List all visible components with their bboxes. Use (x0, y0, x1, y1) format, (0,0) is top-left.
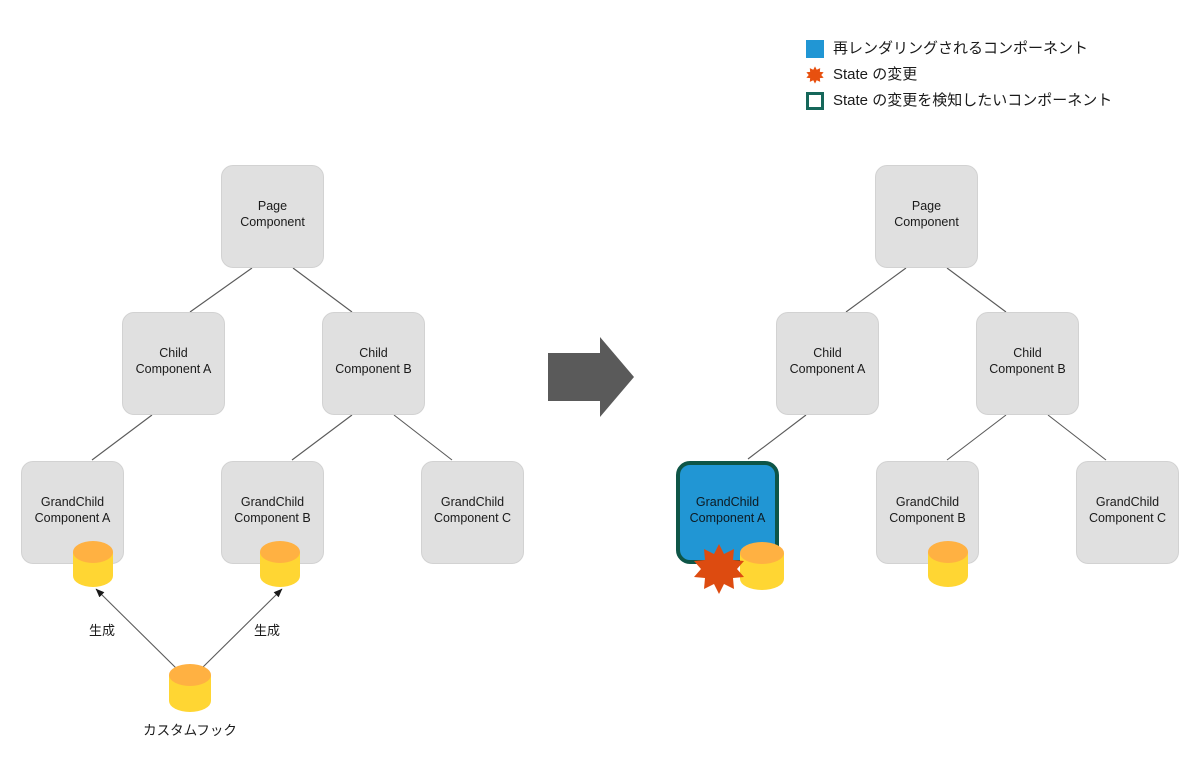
node-label: Child Component A (135, 346, 212, 376)
legend-item-rerender: 再レンダリングされるコンポーネント (806, 36, 1196, 62)
after-node-page[interactable]: Page Component (875, 165, 978, 268)
custom-hook-cylinder (166, 664, 214, 712)
node-label: Page Component (240, 199, 305, 229)
before-hook-instance-cylinder-b (257, 541, 303, 587)
after-node-child-b[interactable]: Child Component B (976, 312, 1079, 415)
outlined-square-icon (806, 92, 824, 110)
node-label: GrandChild Component A (689, 495, 766, 525)
node-label: Child Component A (789, 346, 866, 376)
node-label: GrandChild Component B (234, 495, 311, 525)
node-label: Child Component B (335, 346, 412, 376)
node-label: GrandChild Component A (34, 495, 111, 525)
after-node-grandchild-c[interactable]: GrandChild Component C (1076, 461, 1179, 564)
custom-hook-label: カスタムフック (143, 723, 237, 738)
legend-label-state-change: State の変更 (833, 66, 918, 83)
right-arrow-icon (548, 337, 634, 417)
after-node-child-a[interactable]: Child Component A (776, 312, 879, 415)
node-label: GrandChild Component C (1088, 495, 1167, 525)
node-label: GrandChild Component B (889, 495, 966, 525)
legend-item-detect-change: State の変更を検知したいコンポーネント (806, 88, 1196, 114)
legend-label-detect-change: State の変更を検知したいコンポーネント (833, 92, 1113, 109)
before-node-page[interactable]: Page Component (221, 165, 324, 268)
legend-label-rerender: 再レンダリングされるコンポーネント (833, 40, 1089, 57)
filled-square-icon (806, 40, 824, 58)
state-change-burst-icon (693, 543, 745, 595)
before-hook-instance-cylinder-a (70, 541, 116, 587)
before-node-grandchild-c[interactable]: GrandChild Component C (421, 461, 524, 564)
after-hook-instance-cylinder-b (925, 541, 971, 587)
before-node-child-a[interactable]: Child Component A (122, 312, 225, 415)
legend: 再レンダリングされるコンポーネント State の変更 State の変更を検知… (806, 36, 1196, 114)
before-edge-label-generate-right: 生成 (254, 623, 281, 638)
before-node-child-b[interactable]: Child Component B (322, 312, 425, 415)
node-label: Child Component B (989, 346, 1066, 376)
before-edge-label-generate-left: 生成 (89, 623, 116, 638)
node-label: GrandChild Component C (433, 495, 512, 525)
burst-icon (806, 66, 824, 84)
legend-item-state-change: State の変更 (806, 62, 1196, 88)
node-label: Page Component (894, 199, 959, 229)
